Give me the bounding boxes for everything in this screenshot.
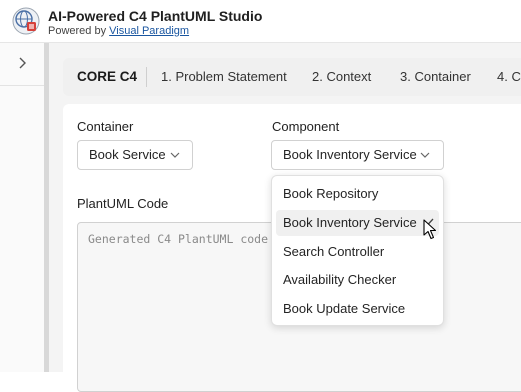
code-placeholder: Generated C4 PlantUML code (88, 232, 269, 246)
dropdown-option-book-inventory-service[interactable]: Book Inventory Service (276, 210, 439, 236)
tab-problem-statement[interactable]: 1. Problem Statement (161, 58, 287, 96)
tab-separator (146, 67, 147, 87)
powered-by: Powered by Visual Paradigm (48, 25, 189, 37)
tab-context[interactable]: 2. Context (312, 58, 371, 96)
tab-component[interactable]: 4. Co (497, 58, 521, 96)
dropdown-option-book-update-service[interactable]: Book Update Service (276, 296, 439, 322)
option-label: Book Repository (283, 186, 379, 201)
component-dropdown-list: Book Repository Book Inventory Service S… (271, 175, 444, 326)
powered-prefix: Powered by (48, 25, 107, 37)
dropdown-option-search-controller[interactable]: Search Controller (276, 239, 439, 265)
component-select[interactable]: Book Inventory Service (271, 140, 444, 170)
tab-bar: CORE C4 1. Problem Statement 2. Context … (63, 58, 521, 96)
dropdown-option-availability-checker[interactable]: Availability Checker (276, 267, 439, 293)
app-header: AI-Powered C4 PlantUML Studio Powered by… (0, 0, 521, 43)
visual-paradigm-link[interactable]: Visual Paradigm (109, 25, 189, 37)
option-label: Availability Checker (283, 272, 397, 287)
container-label: Container (77, 119, 134, 134)
option-label: Book Inventory Service (283, 215, 417, 230)
option-label: Book Update Service (283, 301, 406, 316)
option-label: Search Controller (283, 244, 385, 259)
container-select[interactable]: Book Service (77, 140, 193, 170)
container-select-value: Book Service (89, 147, 166, 162)
left-sidebar (0, 43, 45, 372)
app-logo-icon (12, 7, 40, 35)
dropdown-option-book-repository[interactable]: Book Repository (276, 181, 439, 207)
mouse-cursor-icon (423, 219, 437, 240)
component-label: Component (272, 119, 340, 134)
chevron-right-icon (19, 57, 26, 69)
tab-container[interactable]: 3. Container (400, 58, 471, 96)
chevron-down-icon (420, 152, 430, 158)
sidebar-toggle-button[interactable] (0, 43, 44, 86)
plantuml-code-label: PlantUML Code (77, 196, 169, 211)
tab-core-c4[interactable]: CORE C4 (77, 58, 137, 96)
app-title: AI-Powered C4 PlantUML Studio (48, 8, 263, 24)
component-select-value: Book Inventory Service (283, 147, 417, 162)
chevron-down-icon (170, 152, 180, 158)
